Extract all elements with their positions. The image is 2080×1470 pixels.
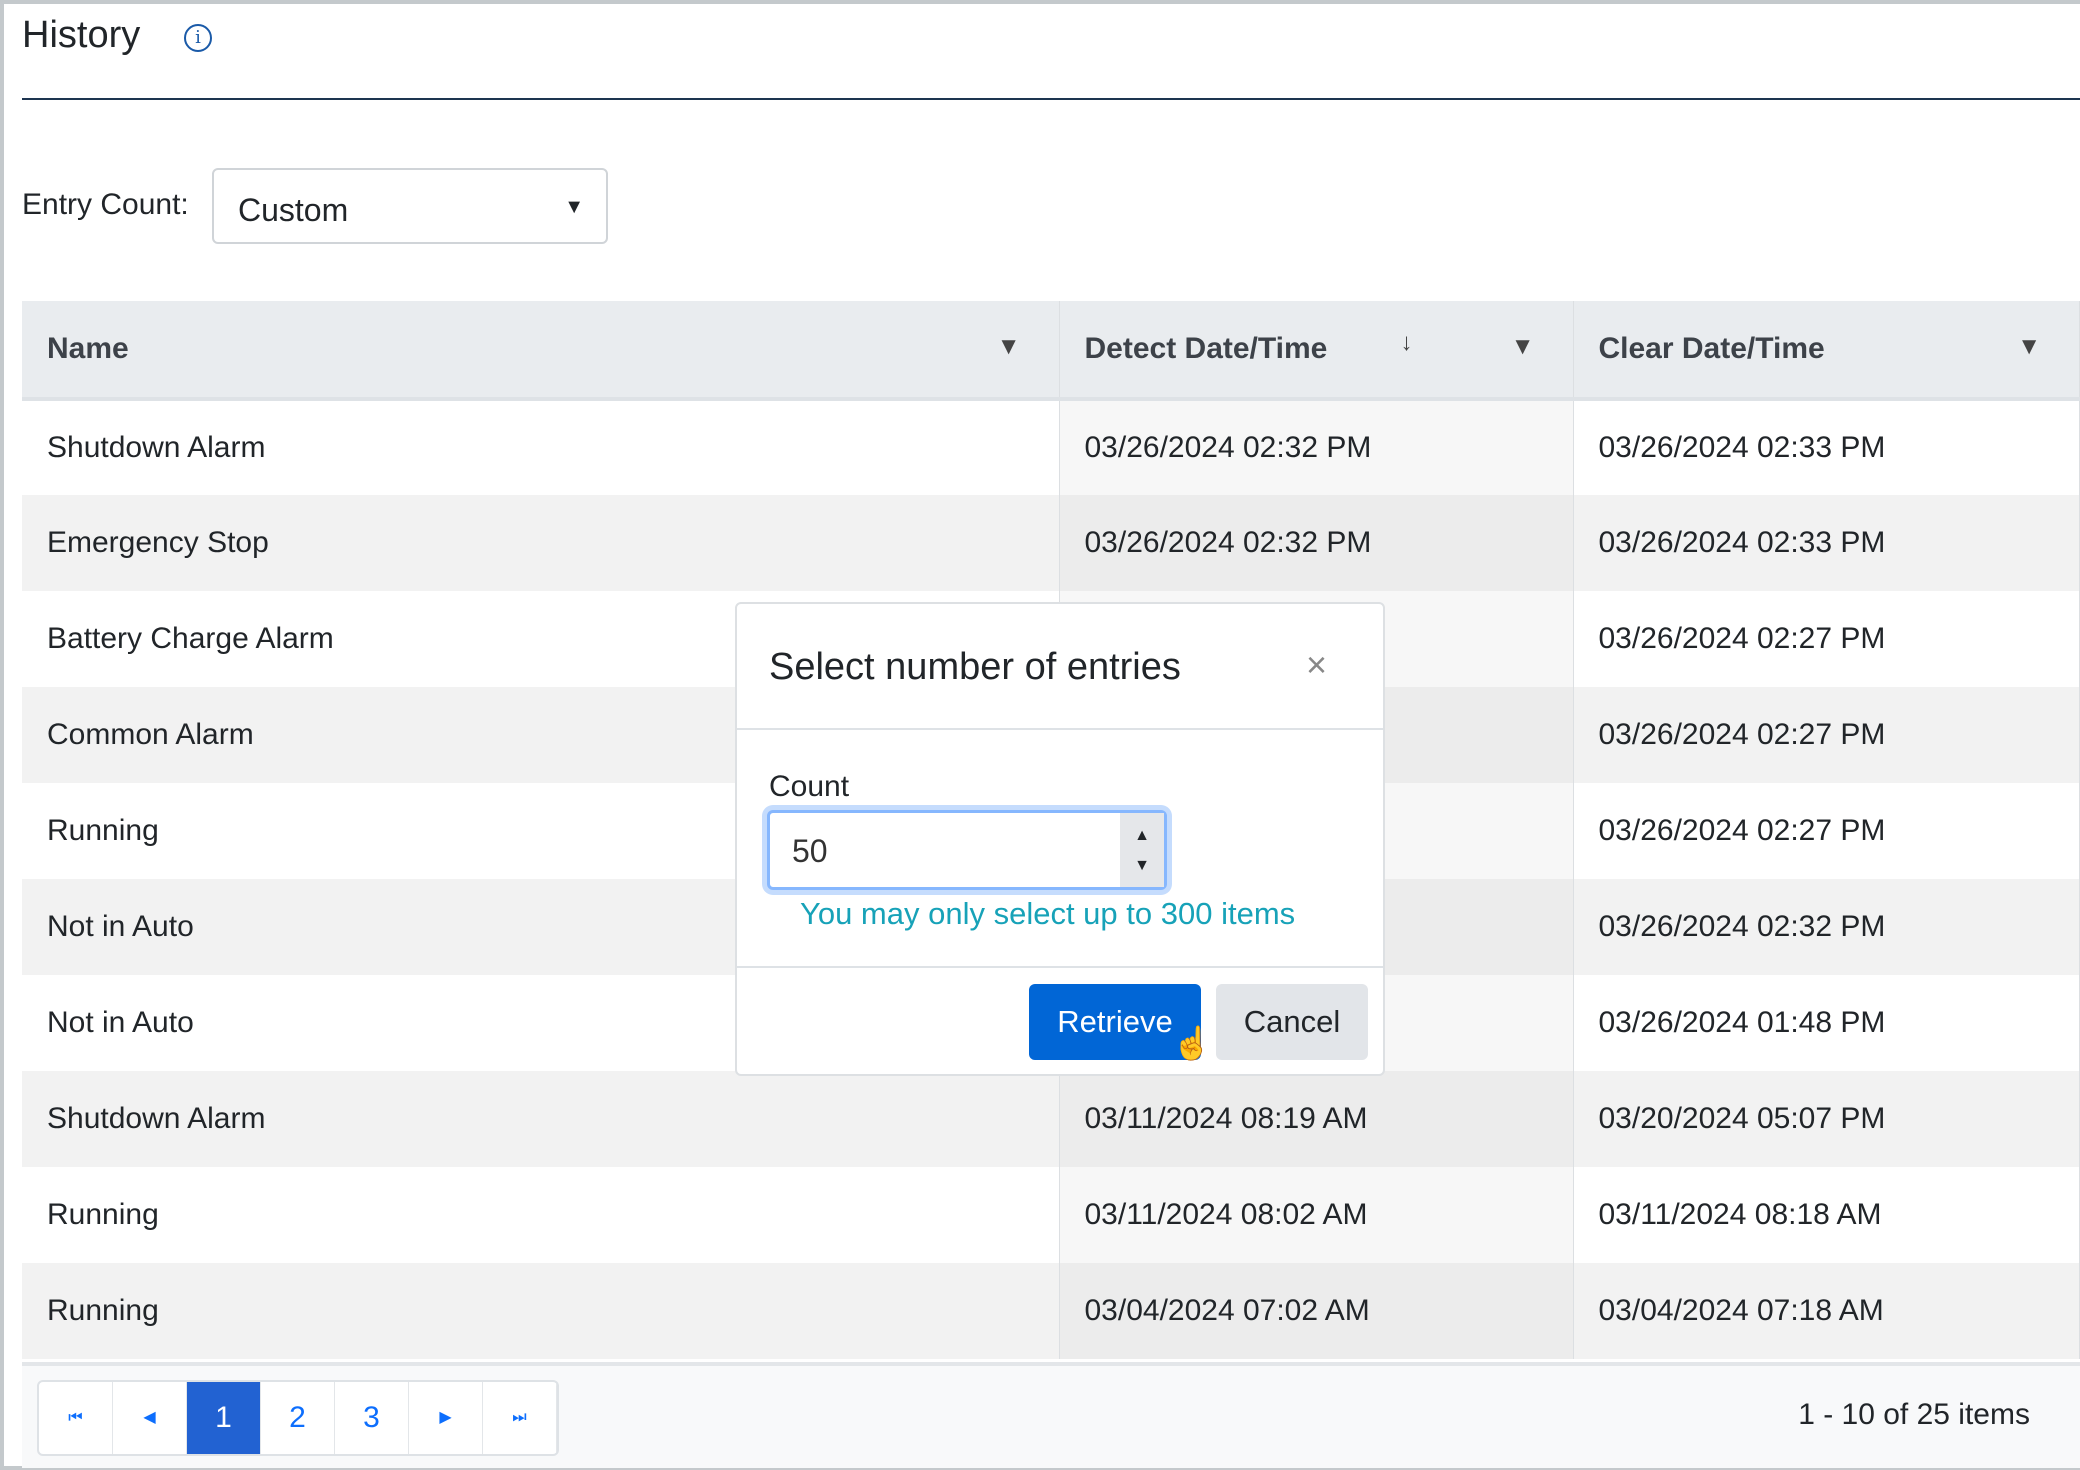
column-header-name[interactable]: Name ▼ — [22, 301, 1060, 401]
prev-page-button[interactable]: ◀ — [113, 1382, 187, 1454]
stepper-down-icon: ▼ — [1134, 857, 1150, 874]
entry-count-select[interactable]: Custom ▼ — [212, 168, 608, 244]
sort-down-icon: ↓ — [1400, 329, 1413, 356]
select-entries-modal: Select number of entries × Count 50 ▲ ▼ Y… — [735, 602, 1385, 1076]
table-footer: ⏮ ◀ 1 2 3 ▶ ⏭ 1 - 10 of 25 items — [22, 1362, 2080, 1468]
info-icon[interactable]: i — [184, 24, 212, 52]
detect-cell: 03/11/2024 08:19 AM — [1059, 1071, 1574, 1167]
page-1-button[interactable]: 1 — [187, 1382, 261, 1454]
clear-cell: 03/04/2024 07:18 AM — [1573, 1263, 2080, 1359]
count-help-text: You may only select up to 300 items — [800, 896, 1296, 931]
clear-cell: 03/26/2024 02:33 PM — [1573, 495, 2080, 591]
filter-icon[interactable]: ▼ — [1511, 333, 1535, 361]
clear-cell: 03/26/2024 02:27 PM — [1573, 687, 2080, 783]
clear-cell: 03/26/2024 01:48 PM — [1573, 975, 2080, 1071]
cancel-button[interactable]: Cancel — [1216, 984, 1368, 1060]
detect-cell: 03/26/2024 02:32 PM — [1059, 399, 1574, 495]
column-header-detect[interactable]: Detect Date/Time ↓ ▼ — [1059, 301, 1574, 401]
column-header-clear[interactable]: Clear Date/Time ▼ — [1573, 301, 2080, 401]
detect-cell: 03/11/2024 08:02 AM — [1059, 1167, 1574, 1263]
hand-cursor-icon: ☝ — [1172, 1025, 1212, 1061]
filter-icon[interactable]: ▼ — [2017, 333, 2041, 361]
clear-cell: 03/26/2024 02:27 PM — [1573, 783, 2080, 879]
entry-count-value: Custom — [238, 192, 349, 228]
filter-icon[interactable]: ▼ — [997, 333, 1021, 361]
table-row[interactable]: Running 03/04/2024 07:02 AM 03/04/2024 07:… — [22, 1263, 2080, 1359]
next-page-button[interactable]: ▶ — [409, 1382, 483, 1454]
page-2-button[interactable]: 2 — [261, 1382, 335, 1454]
clear-cell: 03/20/2024 05:07 PM — [1573, 1071, 2080, 1167]
count-label: Count — [769, 770, 850, 803]
first-page-button[interactable]: ⏮ — [39, 1382, 113, 1454]
count-input[interactable]: 50 ▲ ▼ — [767, 810, 1167, 890]
modal-title: Select number of entries — [769, 646, 1181, 688]
history-page: History i Entry Count: Custom ▼ Name ▼ Det… — [4, 4, 2080, 1468]
number-stepper[interactable]: ▲ ▼ — [1120, 813, 1164, 887]
table-row[interactable]: Running 03/11/2024 08:02 AM 03/11/2024 08:… — [22, 1167, 2080, 1263]
last-page-button[interactable]: ⏭ — [483, 1382, 557, 1454]
clear-cell: 03/26/2024 02:27 PM — [1573, 591, 2080, 687]
name-cell: Running — [22, 1263, 1060, 1359]
entry-count-label: Entry Count: — [22, 188, 189, 221]
stepper-up-icon: ▲ — [1134, 827, 1150, 844]
name-cell: Emergency Stop — [22, 495, 1060, 591]
name-cell: Shutdown Alarm — [22, 399, 1060, 495]
clear-cell: 03/26/2024 02:33 PM — [1573, 399, 2080, 495]
table-row[interactable]: Shutdown Alarm 03/11/2024 08:19 AM 03/20/2… — [22, 1071, 2080, 1167]
page-3-button[interactable]: 3 — [335, 1382, 409, 1454]
detect-cell: 03/26/2024 02:32 PM — [1059, 495, 1574, 591]
clear-cell: 03/26/2024 02:32 PM — [1573, 879, 2080, 975]
table-row[interactable]: Shutdown Alarm 03/26/2024 02:32 PM 03/26/2… — [22, 399, 2080, 495]
detect-cell: 03/04/2024 07:02 AM — [1059, 1263, 1574, 1359]
close-icon[interactable]: × — [1306, 644, 1327, 686]
pager-summary: 1 - 10 of 25 items — [1798, 1398, 2030, 1431]
pagination: ⏮ ◀ 1 2 3 ▶ ⏭ — [37, 1380, 559, 1456]
clear-cell: 03/11/2024 08:18 AM — [1573, 1167, 2080, 1263]
name-cell: Running — [22, 1167, 1060, 1263]
name-cell: Shutdown Alarm — [22, 1071, 1060, 1167]
page-title: History — [22, 14, 141, 56]
divider — [22, 98, 2080, 100]
table-row[interactable]: Emergency Stop 03/26/2024 02:32 PM 03/26/2… — [22, 495, 2080, 591]
caret-down-icon: ▼ — [564, 196, 584, 218]
